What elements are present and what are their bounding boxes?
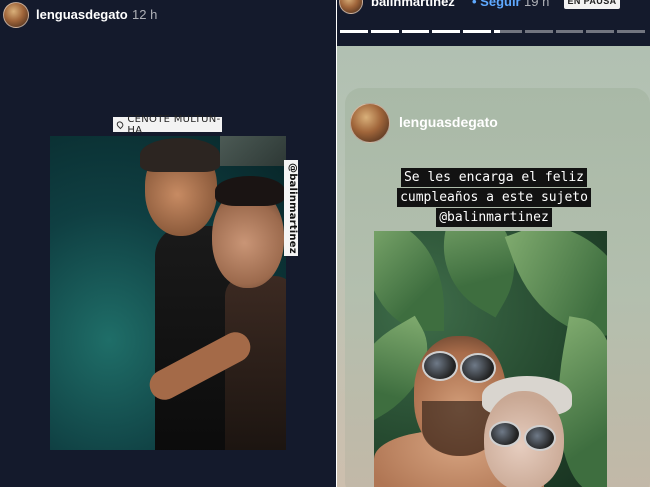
paused-badge: EN PAUSA <box>564 0 620 9</box>
mention-sticker[interactable]: @balinmartinez <box>284 160 298 256</box>
follow-button[interactable]: • Seguir <box>472 0 521 9</box>
progress-segment <box>524 30 553 33</box>
avatar[interactable] <box>339 0 363 14</box>
man-hair <box>140 138 220 172</box>
story-username[interactable]: lenguasdegato <box>36 7 128 22</box>
location-pin-icon <box>115 119 125 130</box>
progress-fill <box>340 30 368 33</box>
progress-segment <box>432 30 461 33</box>
story-photo <box>50 136 286 450</box>
caption-line-2: cumpleaños a este sujeto <box>397 188 591 207</box>
story-progress-bars <box>340 30 645 33</box>
story-timestamp: 12 h <box>132 7 158 22</box>
sunglasses-left-lens <box>422 351 458 381</box>
reshare-username[interactable]: lenguasdegato <box>399 114 498 130</box>
progress-fill <box>370 30 399 33</box>
reshare-avatar[interactable] <box>350 103 390 143</box>
progress-segment <box>555 30 584 33</box>
story-header: balinmartinez • Seguir 19 h EN PAUSA <box>337 0 650 46</box>
sunglasses-woman-left <box>489 421 521 447</box>
ladder-rail <box>220 136 286 166</box>
avatar[interactable] <box>3 2 29 28</box>
reshared-photo <box>374 231 607 487</box>
progress-segment <box>463 30 491 33</box>
story-username[interactable]: balinmartinez <box>371 0 455 9</box>
left-story: lenguasdegato 12 h CENOTE MULTUN-HA @bal… <box>0 0 336 487</box>
location-sticker-label: CENOTE MULTUN-HA <box>127 113 221 136</box>
progress-fill <box>432 30 461 33</box>
location-sticker[interactable]: CENOTE MULTUN-HA <box>113 114 222 136</box>
progress-fill <box>401 30 430 33</box>
progress-fill <box>493 30 500 33</box>
progress-segment <box>401 30 430 33</box>
progress-segment <box>617 30 645 33</box>
caption-mention[interactable]: @balinmartinez <box>436 208 552 227</box>
progress-segment <box>493 30 522 33</box>
caption: Se les encarga el feliz cumpleaños a est… <box>369 168 619 228</box>
story-timestamp: 19 h <box>524 0 550 9</box>
right-story: balinmartinez • Seguir 19 h EN PAUSA len… <box>337 0 650 487</box>
progress-segment <box>586 30 615 33</box>
leaf <box>374 231 444 331</box>
progress-fill <box>463 30 491 33</box>
woman-hair <box>215 176 285 206</box>
progress-segment <box>340 30 368 33</box>
caption-line-1: Se les encarga el feliz <box>400 168 587 187</box>
sunglasses-right-lens <box>460 353 496 383</box>
sunglasses-woman-right <box>524 425 556 451</box>
progress-segment <box>370 30 399 33</box>
story-header: lenguasdegato 12 h <box>0 0 336 32</box>
